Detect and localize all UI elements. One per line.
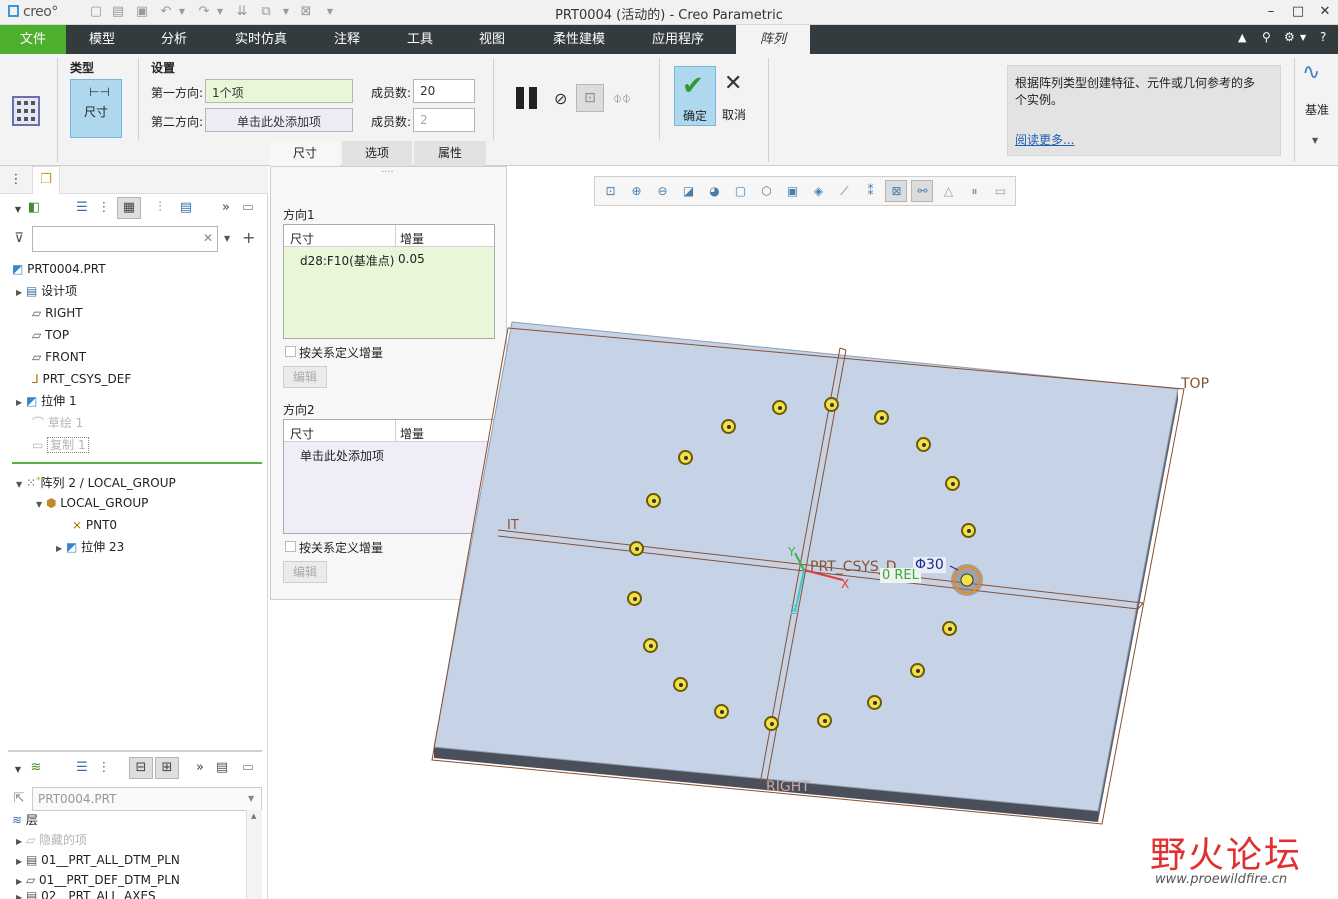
pattern-point[interactable] <box>764 716 779 731</box>
view-toolbar: ⊡ ⊕ ⊖ ◪ ◕ ▢ ⬡ ▣ ◈ ⟋ ⁑ ⊠ ⚯ △ ⏸ ▭ <box>594 176 1016 206</box>
datum-points-icon: ⊠ <box>891 184 902 198</box>
pattern-point[interactable] <box>961 523 976 538</box>
view-manager-icon[interactable]: ⬡ <box>758 183 775 200</box>
axis-z-label: Z <box>790 603 799 617</box>
pattern-point[interactable] <box>678 450 693 465</box>
pattern-point[interactable] <box>673 677 688 692</box>
saved-orientations-icon[interactable]: ▢ <box>732 183 749 200</box>
pattern-point[interactable] <box>772 400 787 415</box>
pattern-point[interactable] <box>643 638 658 653</box>
axis-x-label: X <box>841 577 850 591</box>
pattern-point[interactable] <box>916 437 931 452</box>
repaint-icon[interactable]: ◪ <box>680 183 697 200</box>
watermark-logo: 野火论坛 <box>1150 835 1303 876</box>
csys-display-icon: ⚯ <box>917 184 928 198</box>
perspective-icon[interactable]: ▣ <box>784 183 801 200</box>
pattern-point[interactable] <box>867 695 882 710</box>
pattern-point[interactable] <box>910 663 925 678</box>
zoom-out-icon[interactable]: ⊖ <box>654 183 671 200</box>
label-right-plane: RIGHT <box>766 779 810 795</box>
zoom-in-icon[interactable]: ⊕ <box>628 183 645 200</box>
pattern-point[interactable] <box>629 541 644 556</box>
annotation-display-icon[interactable]: ⁑ <box>862 183 879 200</box>
csys-display-toggle[interactable]: ⚯ <box>911 180 933 202</box>
increment-dimension[interactable]: 0 REL <box>880 568 921 583</box>
pattern-point[interactable] <box>714 704 729 719</box>
pattern-point[interactable] <box>627 591 642 606</box>
section-icon[interactable]: ◈ <box>810 183 827 200</box>
pause-animation-icon[interactable]: ⏸ <box>966 183 983 200</box>
refit-icon[interactable]: ⊡ <box>602 183 619 200</box>
pattern-point[interactable] <box>824 397 839 412</box>
label-right-plane-left: IT <box>507 518 519 533</box>
pattern-point[interactable] <box>942 621 957 636</box>
datum-points-toggle[interactable]: ⊠ <box>885 180 907 202</box>
datum-display-icon[interactable]: ⟋ <box>836 183 853 200</box>
display-style-icon[interactable]: ◕ <box>706 183 723 200</box>
watermark-url: www.proewildfire.cn <box>1155 872 1288 887</box>
pattern-point[interactable] <box>817 713 832 728</box>
pattern-point[interactable] <box>874 410 889 425</box>
axis-y-label: Y <box>788 545 796 559</box>
pattern-point[interactable] <box>945 476 960 491</box>
next-icon[interactable]: ▭ <box>992 183 1009 200</box>
spin-center-icon[interactable]: △ <box>940 183 957 200</box>
model-graphics <box>431 321 1185 825</box>
label-top-plane: TOP <box>1181 376 1210 392</box>
pattern-point[interactable] <box>721 419 736 434</box>
pattern-point[interactable] <box>646 493 661 508</box>
